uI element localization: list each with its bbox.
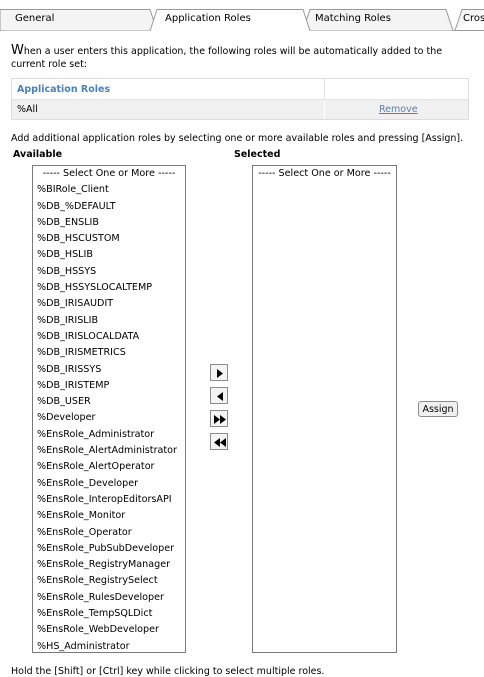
available-label: Available [13,149,63,160]
selected-roles-list[interactable]: ----- Select One or More ----- [252,165,397,653]
list-item[interactable]: %HS_Administrator [33,639,185,652]
move-all-right-button[interactable] [210,410,228,427]
list-item[interactable]: %DB_IRISSYS [33,362,185,378]
tab-application-roles[interactable]: Application Roles [165,13,251,25]
list-item[interactable]: %EnsRole_Operator [33,525,185,541]
available-roles-list[interactable]: ----- Select One or More ----- %BIRole_C… [32,165,186,653]
double-arrow-right-icon [214,415,226,424]
list-item[interactable]: %BIRole_Client [33,182,185,198]
list-item[interactable]: %Developer [33,410,185,426]
move-all-left-button[interactable] [210,433,228,450]
list-item[interactable]: %DB_USER [33,394,185,410]
intro-first-letter: W [11,43,24,58]
double-arrow-left-icon [214,438,226,447]
column-divider [324,100,325,119]
list-item[interactable]: %EnsRole_RulesDeveloper [33,590,185,606]
list-item[interactable]: %DB_IRISLIB [33,313,185,329]
tab-bar: General Application Roles Matching Roles… [0,0,484,31]
list-item[interactable]: %EnsRole_Monitor [33,508,185,524]
move-right-button[interactable] [210,364,228,381]
list-item[interactable]: %EnsRole_RegistryManager [33,557,185,573]
arrow-left-icon [217,392,223,401]
list-item[interactable]: %DB_ENSLIB [33,215,185,231]
list-item[interactable]: %DB_HSSYS [33,264,185,280]
list-item[interactable]: %EnsRole_TempSQLDict [33,606,185,622]
remove-link[interactable]: Remove [379,104,418,115]
list-item[interactable]: %DB_HSLIB [33,247,185,263]
list-item[interactable]: %EnsRole_AlertOperator [33,459,185,475]
selected-label: Selected [234,149,281,160]
list-item[interactable]: %EnsRole_RegistrySelect [33,573,185,589]
available-placeholder-option[interactable]: ----- Select One or More ----- [33,166,185,182]
list-item[interactable]: %EnsRole_InteropEditorsAPI [33,492,185,508]
list-item[interactable]: %DB_IRISMETRICS [33,345,185,361]
list-item[interactable]: %EnsRole_WebDeveloper [33,622,185,638]
intro-body: hen a user enters this application, the … [11,46,443,70]
list-item[interactable]: %DB_%DEFAULT [33,199,185,215]
role-name: %All [17,104,38,115]
list-item[interactable]: %DB_IRISAUDIT [33,296,185,312]
list-item[interactable]: %EnsRole_PubSubDeveloper [33,541,185,557]
table-header: Application Roles [12,79,468,100]
move-left-button[interactable] [210,387,228,404]
tab-general[interactable]: General [15,13,54,25]
column-header-application-roles: Application Roles [17,84,111,95]
table-row: %All Remove [12,100,468,119]
list-item[interactable]: %DB_HSSYSLOCALTEMP [33,280,185,296]
list-item[interactable]: %EnsRole_AlertAdministrator [33,443,185,459]
list-item[interactable]: %DB_HSCUSTOM [33,231,185,247]
assign-button[interactable]: Assign [418,401,458,417]
list-item[interactable]: %DB_IRISTEMP [33,378,185,394]
list-item[interactable]: %EnsRole_Developer [33,476,185,492]
selected-placeholder-option[interactable]: ----- Select One or More ----- [253,166,396,182]
column-divider [324,79,325,99]
list-item[interactable]: %DB_IRISLOCALDATA [33,329,185,345]
list-item[interactable]: %EnsRole_Administrator [33,427,185,443]
assign-instructions: Add additional application roles by sele… [11,133,464,144]
tab-matching-roles[interactable]: Matching Roles [315,13,391,25]
application-roles-table: Application Roles %All Remove [11,78,469,120]
tab-cross[interactable]: Cros [463,13,484,25]
intro-text: When a user enters this application, the… [11,44,476,71]
arrow-right-icon [217,369,223,378]
